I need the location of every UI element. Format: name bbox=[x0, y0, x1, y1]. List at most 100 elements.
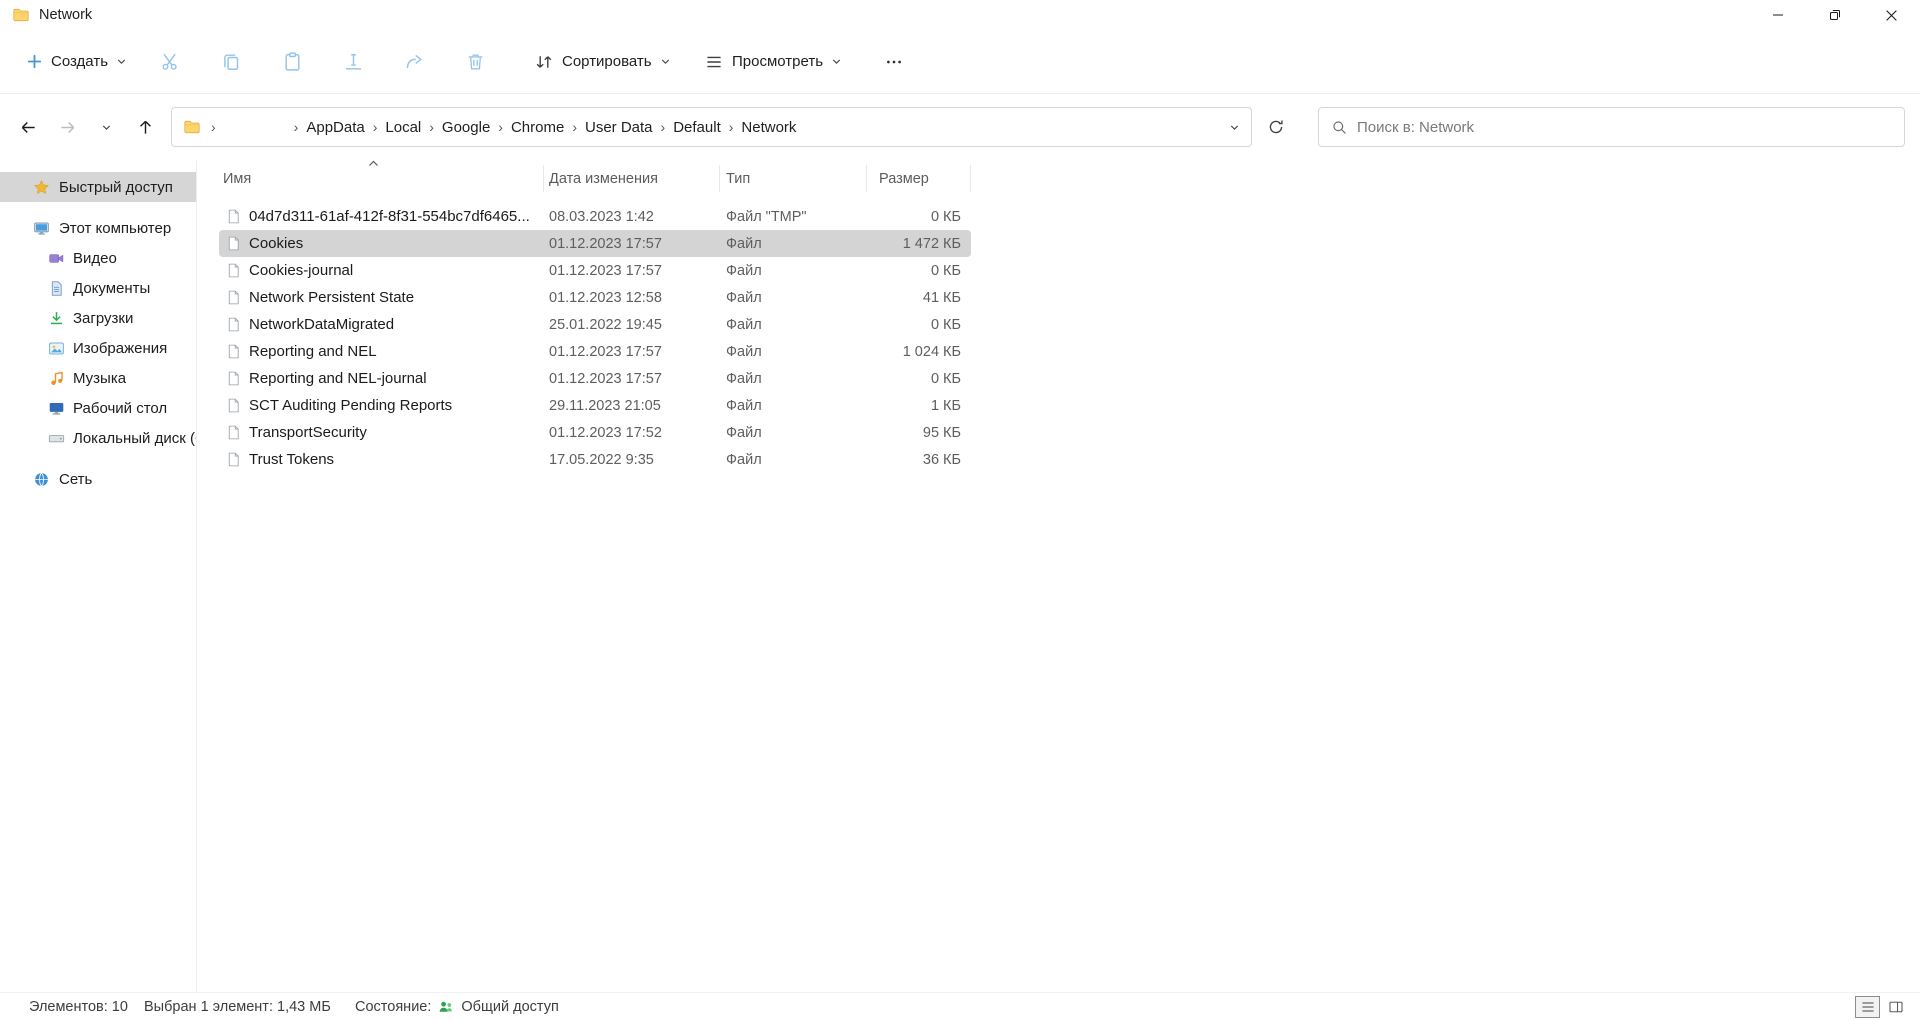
file-size: 1 КБ bbox=[867, 398, 971, 414]
caret-up-icon bbox=[367, 159, 380, 168]
file-name: NetworkDataMigrated bbox=[249, 316, 394, 333]
maximize-button[interactable] bbox=[1806, 0, 1863, 30]
music-icon bbox=[48, 370, 65, 387]
up-button[interactable] bbox=[130, 112, 160, 142]
file-name-cell: Cookies-journal bbox=[219, 262, 544, 279]
column-header[interactable]: Тип bbox=[720, 165, 867, 192]
plus-icon bbox=[26, 53, 43, 70]
copy-button[interactable] bbox=[211, 42, 251, 82]
file-list-pane: Имя Дата изменения Тип Размер bbox=[196, 160, 1920, 992]
new-button[interactable]: Создать bbox=[16, 42, 137, 82]
sidebar-item-pictures[interactable]: Изображения bbox=[0, 333, 196, 363]
arrow-left-icon bbox=[19, 118, 38, 137]
rename-button[interactable] bbox=[333, 42, 373, 82]
window-controls bbox=[1749, 0, 1920, 30]
state-info: Состояние: Общий доступ bbox=[355, 993, 559, 1020]
breadcrumb-item[interactable]: › Network bbox=[721, 108, 797, 146]
file-icon bbox=[225, 316, 242, 333]
thumbnails-view-button[interactable] bbox=[1883, 996, 1908, 1018]
sidebar-item-quick-access[interactable]: Быстрый доступ bbox=[0, 172, 196, 202]
view-button[interactable]: Просмотреть bbox=[694, 42, 852, 82]
breadcrumb: › › AppData › Local › Google › Chrome bbox=[203, 108, 796, 146]
TransportSecurity[interactable]: TransportSecurity 01.12.2023 17:52 Файл … bbox=[219, 419, 971, 446]
column-header[interactable]: Имя bbox=[219, 165, 544, 192]
breadcrumb-item[interactable]: › bbox=[203, 108, 286, 146]
breadcrumb-item[interactable]: › Google bbox=[421, 108, 490, 146]
sort-icon bbox=[534, 52, 554, 72]
breadcrumb-item[interactable]: › AppData bbox=[286, 108, 365, 146]
file-date-modified: 01.12.2023 17:52 bbox=[544, 425, 720, 441]
column-header[interactable]: Дата изменения bbox=[544, 165, 720, 192]
NetworkDataMigrated[interactable]: NetworkDataMigrated 25.01.2022 19:45 Фай… bbox=[219, 311, 971, 338]
chevron-down-icon bbox=[660, 56, 671, 67]
recent-locations-button[interactable] bbox=[91, 112, 121, 142]
file-name-cell: Reporting and NEL bbox=[219, 343, 544, 360]
Reporting and NEL-journal[interactable]: Reporting and NEL-journal 01.12.2023 17:… bbox=[219, 365, 971, 392]
new-button-label: Создать bbox=[51, 53, 108, 70]
breadcrumb-item[interactable]: › Default bbox=[653, 108, 721, 146]
breadcrumb-separator: › bbox=[729, 119, 734, 135]
address-dropdown-icon[interactable] bbox=[1229, 122, 1240, 133]
view-details-icon bbox=[1860, 999, 1876, 1015]
refresh-button[interactable] bbox=[1261, 112, 1291, 142]
file-list: 04d7d311-61af-412f-8f31-554bc7df6465... … bbox=[219, 203, 971, 473]
sidebar-item-this-pc[interactable]: Этот компьютер bbox=[0, 213, 196, 243]
file-name-cell: 04d7d311-61af-412f-8f31-554bc7df6465... bbox=[219, 208, 544, 225]
close-button[interactable] bbox=[1863, 0, 1920, 30]
details-view-button[interactable] bbox=[1855, 996, 1880, 1018]
sidebar-item-videos[interactable]: Видео bbox=[0, 243, 196, 273]
back-button[interactable] bbox=[13, 112, 43, 142]
share-icon bbox=[404, 51, 425, 72]
minimize-button[interactable] bbox=[1749, 0, 1806, 30]
Reporting and NEL[interactable]: Reporting and NEL 01.12.2023 17:57 Файл … bbox=[219, 338, 971, 365]
file-name: SCT Auditing Pending Reports bbox=[249, 397, 452, 414]
view-list-icon bbox=[704, 52, 724, 72]
share-button[interactable] bbox=[394, 42, 434, 82]
sidebar-item-downloads[interactable]: Загрузки bbox=[0, 303, 196, 333]
04d7d311-61af-412f-8f31-554bc7df6465...[interactable]: 04d7d311-61af-412f-8f31-554bc7df6465... … bbox=[219, 203, 971, 230]
paste-button[interactable] bbox=[272, 42, 312, 82]
view-pane-icon bbox=[1888, 999, 1904, 1015]
search-input[interactable] bbox=[1357, 119, 1892, 136]
file-icon bbox=[225, 343, 242, 360]
file-icon bbox=[225, 397, 242, 414]
file-date-modified: 08.03.2023 1:42 bbox=[544, 209, 720, 225]
file-size: 41 КБ bbox=[867, 290, 971, 306]
file-size: 0 КБ bbox=[867, 263, 971, 279]
file-icon bbox=[225, 289, 242, 306]
arrow-up-icon bbox=[136, 118, 155, 137]
address-bar[interactable]: › › AppData › Local › Google › Chrome bbox=[171, 107, 1252, 147]
SCT Auditing Pending Reports[interactable]: SCT Auditing Pending Reports 29.11.2023 … bbox=[219, 392, 971, 419]
breadcrumb-item[interactable]: › User Data bbox=[564, 108, 652, 146]
folder-icon bbox=[12, 6, 30, 24]
sidebar-item-desktop[interactable]: Рабочий стол bbox=[0, 393, 196, 423]
delete-button[interactable] bbox=[455, 42, 495, 82]
forward-button[interactable] bbox=[52, 112, 82, 142]
file-type: Файл bbox=[720, 452, 867, 468]
cut-button[interactable] bbox=[150, 42, 190, 82]
refresh-icon bbox=[1267, 118, 1285, 136]
sidebar-item-documents[interactable]: Документы bbox=[0, 273, 196, 303]
breadcrumb-item[interactable]: › Local bbox=[365, 108, 422, 146]
sidebar-item-network[interactable]: Сеть bbox=[0, 464, 196, 494]
breadcrumb-item[interactable]: › Chrome bbox=[490, 108, 564, 146]
file-date-modified: 29.11.2023 21:05 bbox=[544, 398, 720, 414]
sidebar-item-music[interactable]: Музыка bbox=[0, 363, 196, 393]
file-date-modified: 01.12.2023 17:57 bbox=[544, 344, 720, 360]
more-options-button[interactable] bbox=[872, 42, 916, 82]
file-type: Файл bbox=[720, 344, 867, 360]
sort-button[interactable]: Сортировать bbox=[524, 42, 681, 82]
Cookies-journal[interactable]: Cookies-journal 01.12.2023 17:57 Файл 0 … bbox=[219, 257, 971, 284]
video-icon bbox=[48, 250, 65, 267]
Network Persistent State[interactable]: Network Persistent State 01.12.2023 12:5… bbox=[219, 284, 971, 311]
file-name: Reporting and NEL-journal bbox=[249, 370, 427, 387]
Cookies[interactable]: Cookies 01.12.2023 17:57 Файл 1 472 КБ bbox=[219, 230, 971, 257]
column-header[interactable]: Размер bbox=[867, 165, 971, 192]
desktop-icon bbox=[48, 400, 65, 417]
Trust Tokens[interactable]: Trust Tokens 17.05.2022 9:35 Файл 36 КБ bbox=[219, 446, 971, 473]
content-area: Быстрый доступ Этот компьютер Видео Доку… bbox=[0, 160, 1920, 992]
sidebar-item-local-disk-c[interactable]: Локальный диск (C: bbox=[0, 423, 196, 453]
picture-icon bbox=[48, 340, 65, 357]
view-button-label: Просмотреть bbox=[732, 53, 823, 70]
view-toggle-buttons bbox=[1855, 996, 1908, 1018]
